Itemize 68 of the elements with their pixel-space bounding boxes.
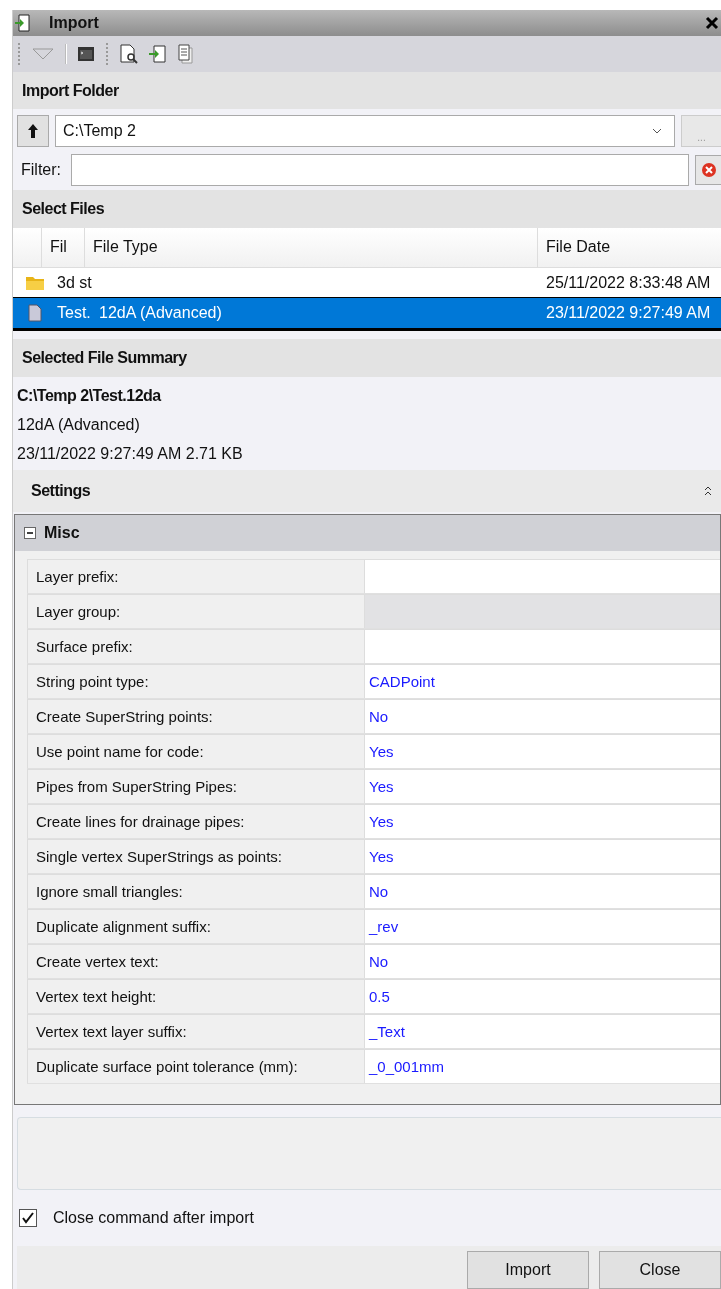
- folder-path-dropdown[interactable]: C:\Temp 2: [55, 115, 675, 148]
- property-label: Create SuperString points:: [27, 698, 365, 733]
- import-button[interactable]: Import: [467, 1251, 589, 1289]
- collapse-toggle-icon[interactable]: [24, 526, 36, 539]
- property-label: Layer prefix:: [27, 558, 365, 593]
- property-value[interactable]: Yes: [365, 733, 720, 768]
- column-header[interactable]: File Type: [85, 227, 538, 267]
- file-type: 12dA (Advanced): [99, 304, 222, 323]
- property-value[interactable]: No: [365, 943, 720, 978]
- property-value[interactable]: _Text: [365, 1013, 720, 1048]
- property-label: Duplicate surface point tolerance (mm):: [27, 1048, 365, 1083]
- filter-label: Filter:: [21, 161, 61, 180]
- chevron-down-icon: [652, 128, 662, 135]
- property-label: Vertex text layer suffix:: [27, 1013, 365, 1048]
- property-label: Duplicate alignment suffix:: [27, 908, 365, 943]
- file-icon: [28, 304, 42, 323]
- up-arrow-icon: [27, 123, 39, 140]
- import-icon[interactable]: [149, 43, 167, 64]
- group-header[interactable]: Misc: [15, 514, 720, 551]
- console-icon[interactable]: [77, 45, 95, 62]
- section-header: Import Folder: [13, 71, 721, 110]
- file-details: 23/11/2022 9:27:49 AM 2.71 KB: [17, 443, 244, 464]
- property-label: Use point name for code:: [27, 733, 365, 768]
- file-row[interactable]: 3d st 25/11/2022 8:33:48 AM: [13, 267, 721, 298]
- file-row[interactable]: Test. 12dA (Advanced) 23/11/2022 9:27:49 AM: [13, 297, 721, 332]
- property-label: Create vertex text:: [27, 943, 365, 978]
- property-label: Create lines for drainage pipes:: [27, 803, 365, 838]
- clear-filter-button[interactable]: [695, 155, 721, 186]
- file-date: 25/11/2022 8:33:48 AM: [546, 273, 711, 292]
- file-name: Test.: [57, 304, 91, 323]
- section-header: Select Files: [13, 190, 721, 228]
- import-icon: [15, 13, 31, 32]
- property-value[interactable]: Yes: [365, 768, 720, 803]
- property-value[interactable]: No: [365, 698, 720, 733]
- clear-icon: [700, 162, 717, 179]
- window-title: Import: [49, 13, 100, 32]
- property-label: Vertex text height:: [27, 978, 365, 1013]
- file-search-icon[interactable]: [119, 43, 139, 64]
- filter-field[interactable]: [71, 154, 689, 187]
- property-value[interactable]: No: [365, 873, 720, 908]
- property-label: Surface prefix:: [27, 628, 365, 663]
- collapse-icon[interactable]: [703, 484, 713, 497]
- property-label: Single vertex SuperStrings as points:: [27, 838, 365, 873]
- property-label: Ignore small triangles:: [27, 873, 365, 908]
- checkbox-label: Close command after import: [53, 1209, 254, 1228]
- document-icon[interactable]: [177, 43, 195, 64]
- up-folder-button[interactable]: [17, 115, 49, 148]
- file-type: 12dA (Advanced): [17, 414, 141, 435]
- checkbox[interactable]: [19, 1209, 37, 1228]
- column-header[interactable]: Fil: [42, 227, 85, 267]
- property-value[interactable]: _0_001mm: [365, 1048, 720, 1083]
- settings-header: Settings: [31, 481, 91, 500]
- file-path: C:\Temp 2\Test.12da: [17, 385, 163, 406]
- property-value[interactable]: CADPoint: [365, 663, 720, 698]
- property-value[interactable]: Yes: [365, 838, 720, 873]
- close-icon[interactable]: [705, 15, 719, 30]
- property-value[interactable]: 0.5: [365, 978, 720, 1013]
- folder-icon: [25, 274, 45, 291]
- property-label: Pipes from SuperString Pipes:: [27, 768, 365, 803]
- section-header: Selected File Summary: [13, 339, 721, 378]
- property-label: String point type:: [27, 663, 365, 698]
- property-value[interactable]: _rev: [365, 908, 720, 943]
- file-date: 23/11/2022 9:27:49 AM: [546, 304, 711, 323]
- column-header[interactable]: File Date: [538, 227, 721, 267]
- close-button[interactable]: Close: [599, 1251, 721, 1289]
- file-name: 3d st: [57, 273, 92, 292]
- property-value[interactable]: Yes: [365, 803, 720, 838]
- property-label: Layer group:: [27, 593, 365, 628]
